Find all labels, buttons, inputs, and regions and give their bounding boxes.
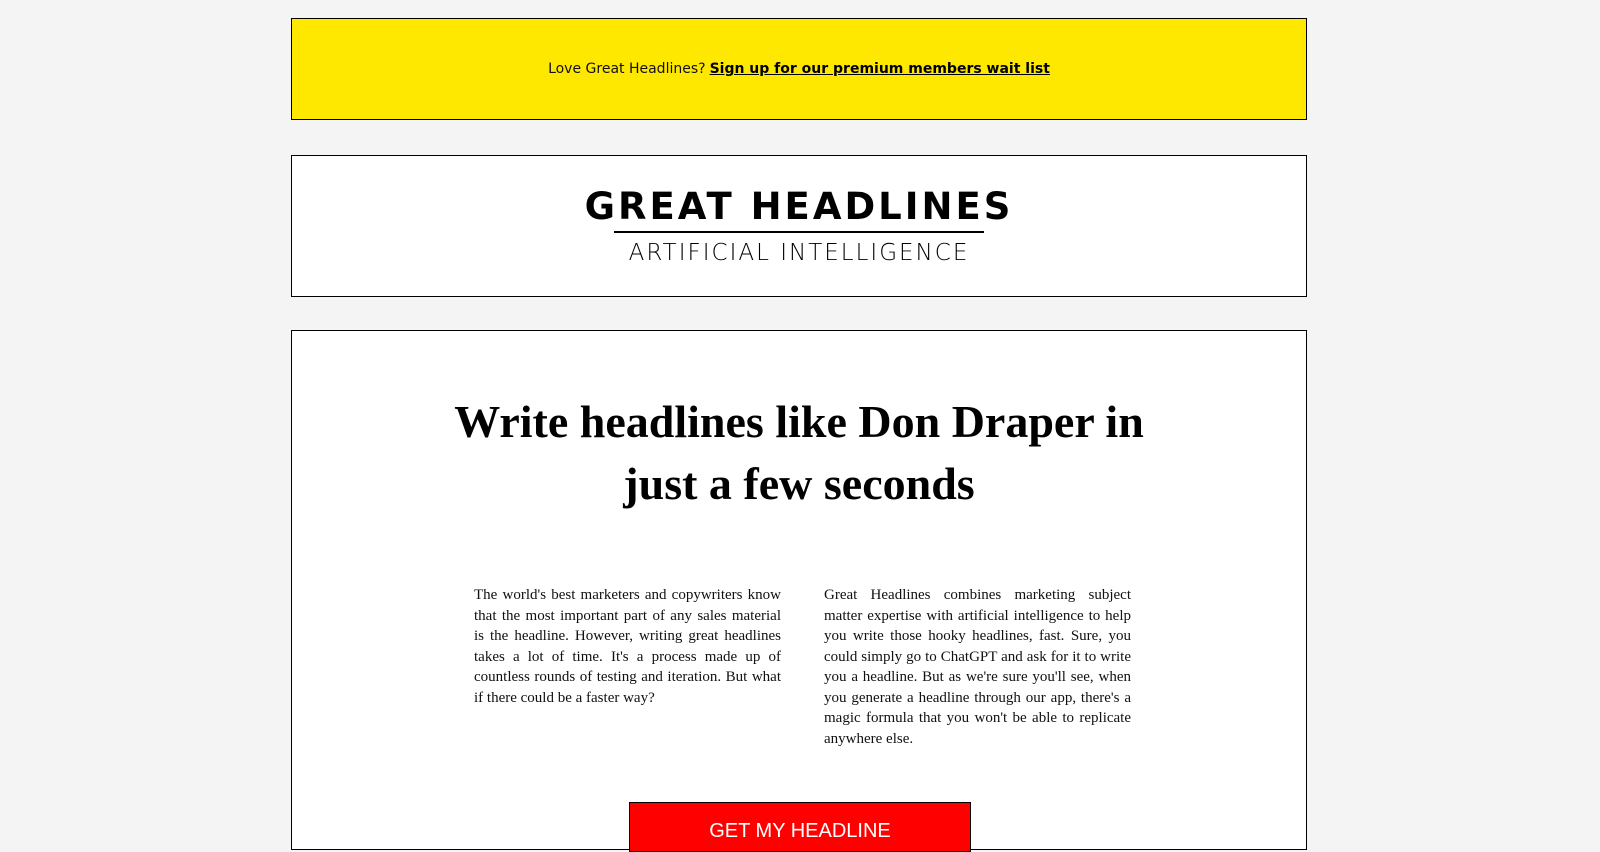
- waitlist-signup-link[interactable]: Sign up for our premium members wait lis…: [710, 61, 1050, 77]
- hero-title: Write headlines like Don Draper in just …: [292, 391, 1306, 515]
- intro-paragraph-right: Great Headlines combines marketing subje…: [824, 587, 1131, 747]
- hero-section: Write headlines like Don Draper in just …: [291, 330, 1307, 852]
- logo-subtitle: ARTIFICIAL INTELLIGENCE: [628, 239, 970, 266]
- logo-header: GREAT HEADLINES ARTIFICIAL INTELLIGENCE: [291, 155, 1307, 297]
- get-my-headline-button[interactable]: GET MY HEADLINE: [629, 802, 971, 852]
- premium-waitlist-banner: Love Great Headlines? Sign up for our pr…: [291, 18, 1307, 120]
- hero-title-line-2: just a few seconds: [623, 458, 975, 509]
- intro-paragraph-left: The world's best marketers and copywrite…: [474, 587, 781, 706]
- banner-lead-text: Love Great Headlines?: [548, 61, 706, 77]
- hero-title-line-1: Write headlines like Don Draper in: [454, 396, 1144, 447]
- logo-title: GREAT HEADLINES: [584, 184, 1014, 228]
- logo-divider: [614, 230, 984, 233]
